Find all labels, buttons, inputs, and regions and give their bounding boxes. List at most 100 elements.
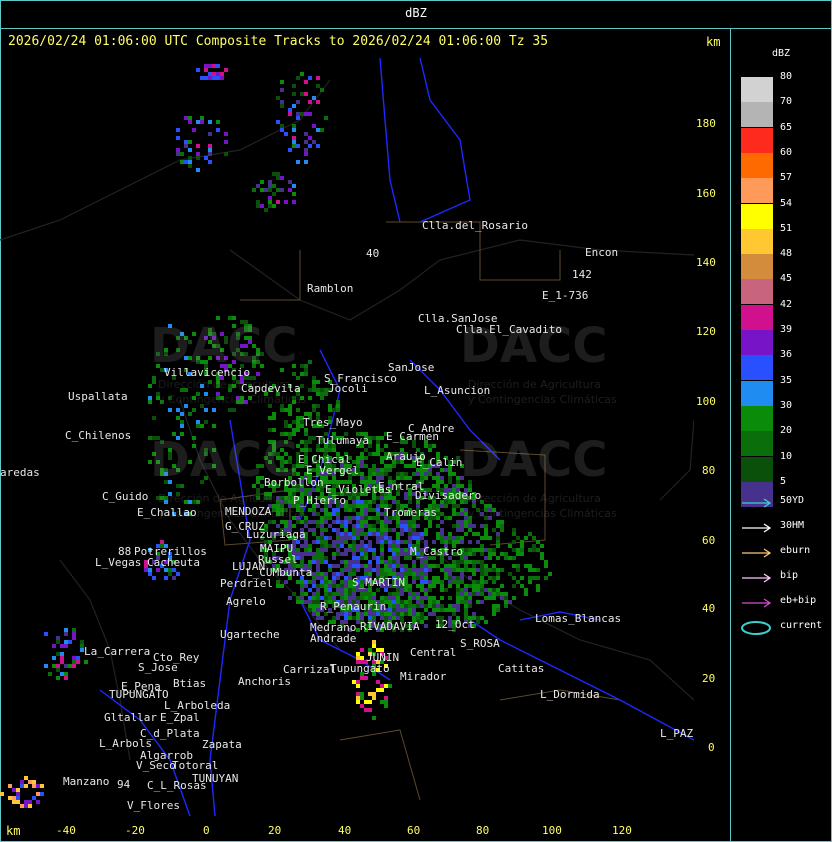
place-label: Clla.El_Cavadito — [456, 323, 562, 336]
echo-pixel — [384, 472, 388, 476]
echo-pixel — [20, 804, 24, 808]
echo-pixel — [340, 544, 344, 548]
echo-pixel — [312, 512, 316, 516]
echo-pixel — [356, 560, 360, 564]
echo-pixel — [384, 468, 388, 472]
river-line — [379, 57, 401, 223]
echo-pixel — [304, 80, 308, 84]
track-label: eburn — [780, 545, 811, 556]
echo-pixel — [372, 452, 376, 456]
echo-pixel — [428, 472, 432, 476]
place-label: Borbollon — [264, 476, 324, 489]
echo-pixel — [408, 464, 412, 468]
echo-pixel — [404, 612, 408, 616]
echo-pixel — [384, 684, 388, 688]
echo-pixel — [356, 700, 360, 704]
echo-pixel — [312, 540, 316, 544]
echo-pixel — [220, 76, 224, 80]
track-legend-item: 50YD — [740, 495, 830, 511]
echo-pixel — [496, 524, 500, 528]
echo-pixel — [360, 556, 364, 560]
echo-pixel — [496, 556, 500, 560]
echo-pixel — [384, 568, 388, 572]
color-swatch — [741, 405, 773, 431]
echo-pixel — [480, 580, 484, 584]
echo-pixel — [336, 592, 340, 596]
echo-pixel — [188, 148, 192, 152]
echo-pixel — [212, 408, 216, 412]
echo-pixel — [388, 528, 392, 532]
echo-pixel — [332, 408, 336, 412]
echo-pixel — [400, 532, 404, 536]
echo-pixel — [444, 588, 448, 592]
echo-pixel — [364, 536, 368, 540]
echo-pixel — [296, 408, 300, 412]
place-label: E_Calin — [416, 456, 463, 469]
place-label: Totoral — [172, 759, 219, 772]
echo-pixel — [388, 464, 392, 468]
echo-pixel — [488, 568, 492, 572]
echo-pixel — [460, 568, 464, 572]
echo-pixel — [392, 544, 396, 548]
echo-pixel — [332, 556, 336, 560]
echo-pixel — [276, 580, 280, 584]
place-label: Tres_Mayo — [303, 416, 363, 429]
echo-pixel — [196, 144, 200, 148]
echo-pixel — [316, 584, 320, 588]
echo-pixel — [404, 540, 408, 544]
place-label: Catitas — [498, 662, 545, 675]
echo-pixel — [432, 576, 436, 580]
echo-pixel — [352, 568, 356, 572]
place-label: MENDOZA — [225, 505, 272, 518]
echo-pixel — [356, 564, 360, 568]
echo-pixel — [472, 548, 476, 552]
echo-pixel — [372, 472, 376, 476]
echo-pixel — [268, 180, 272, 184]
echo-pixel — [504, 596, 508, 600]
echo-pixel — [316, 404, 320, 408]
echo-pixel — [448, 568, 452, 572]
echo-pixel — [424, 592, 428, 596]
echo-pixel — [376, 504, 380, 508]
echo-pixel — [312, 532, 316, 536]
echo-pixel — [396, 564, 400, 568]
echo-pixel — [412, 524, 416, 528]
echo-pixel — [332, 512, 336, 516]
echo-pixel — [16, 796, 20, 800]
echo-pixel — [332, 552, 336, 556]
echo-pixel — [316, 548, 320, 552]
echo-pixel — [64, 628, 68, 632]
echo-pixel — [408, 612, 412, 616]
echo-pixel — [268, 416, 272, 420]
echo-pixel — [344, 528, 348, 532]
echo-pixel — [396, 500, 400, 504]
echo-pixel — [284, 580, 288, 584]
echo-pixel — [296, 600, 300, 604]
echo-pixel — [304, 372, 308, 376]
echo-pixel — [380, 528, 384, 532]
echo-pixel — [212, 72, 216, 76]
echo-pixel — [344, 576, 348, 580]
echo-pixel — [412, 560, 416, 564]
echo-pixel — [276, 120, 280, 124]
echo-pixel — [392, 548, 396, 552]
echo-pixel — [72, 660, 76, 664]
watermark-subtitle: Dirección de Agricultura — [468, 492, 601, 505]
echo-pixel — [376, 496, 380, 500]
x-tick-label: 100 — [542, 824, 562, 837]
echo-pixel — [444, 540, 448, 544]
echo-pixel — [508, 600, 512, 604]
echo-pixel — [476, 620, 480, 624]
echo-pixel — [376, 564, 380, 568]
echo-pixel — [364, 544, 368, 548]
echo-pixel — [408, 500, 412, 504]
echo-pixel — [448, 580, 452, 584]
echo-pixel — [56, 640, 60, 644]
echo-pixel — [480, 588, 484, 592]
echo-pixel — [480, 592, 484, 596]
echo-pixel — [312, 608, 316, 612]
echo-pixel — [500, 584, 504, 588]
arrow-icon — [742, 598, 772, 608]
echo-pixel — [336, 540, 340, 544]
echo-pixel — [332, 584, 336, 588]
